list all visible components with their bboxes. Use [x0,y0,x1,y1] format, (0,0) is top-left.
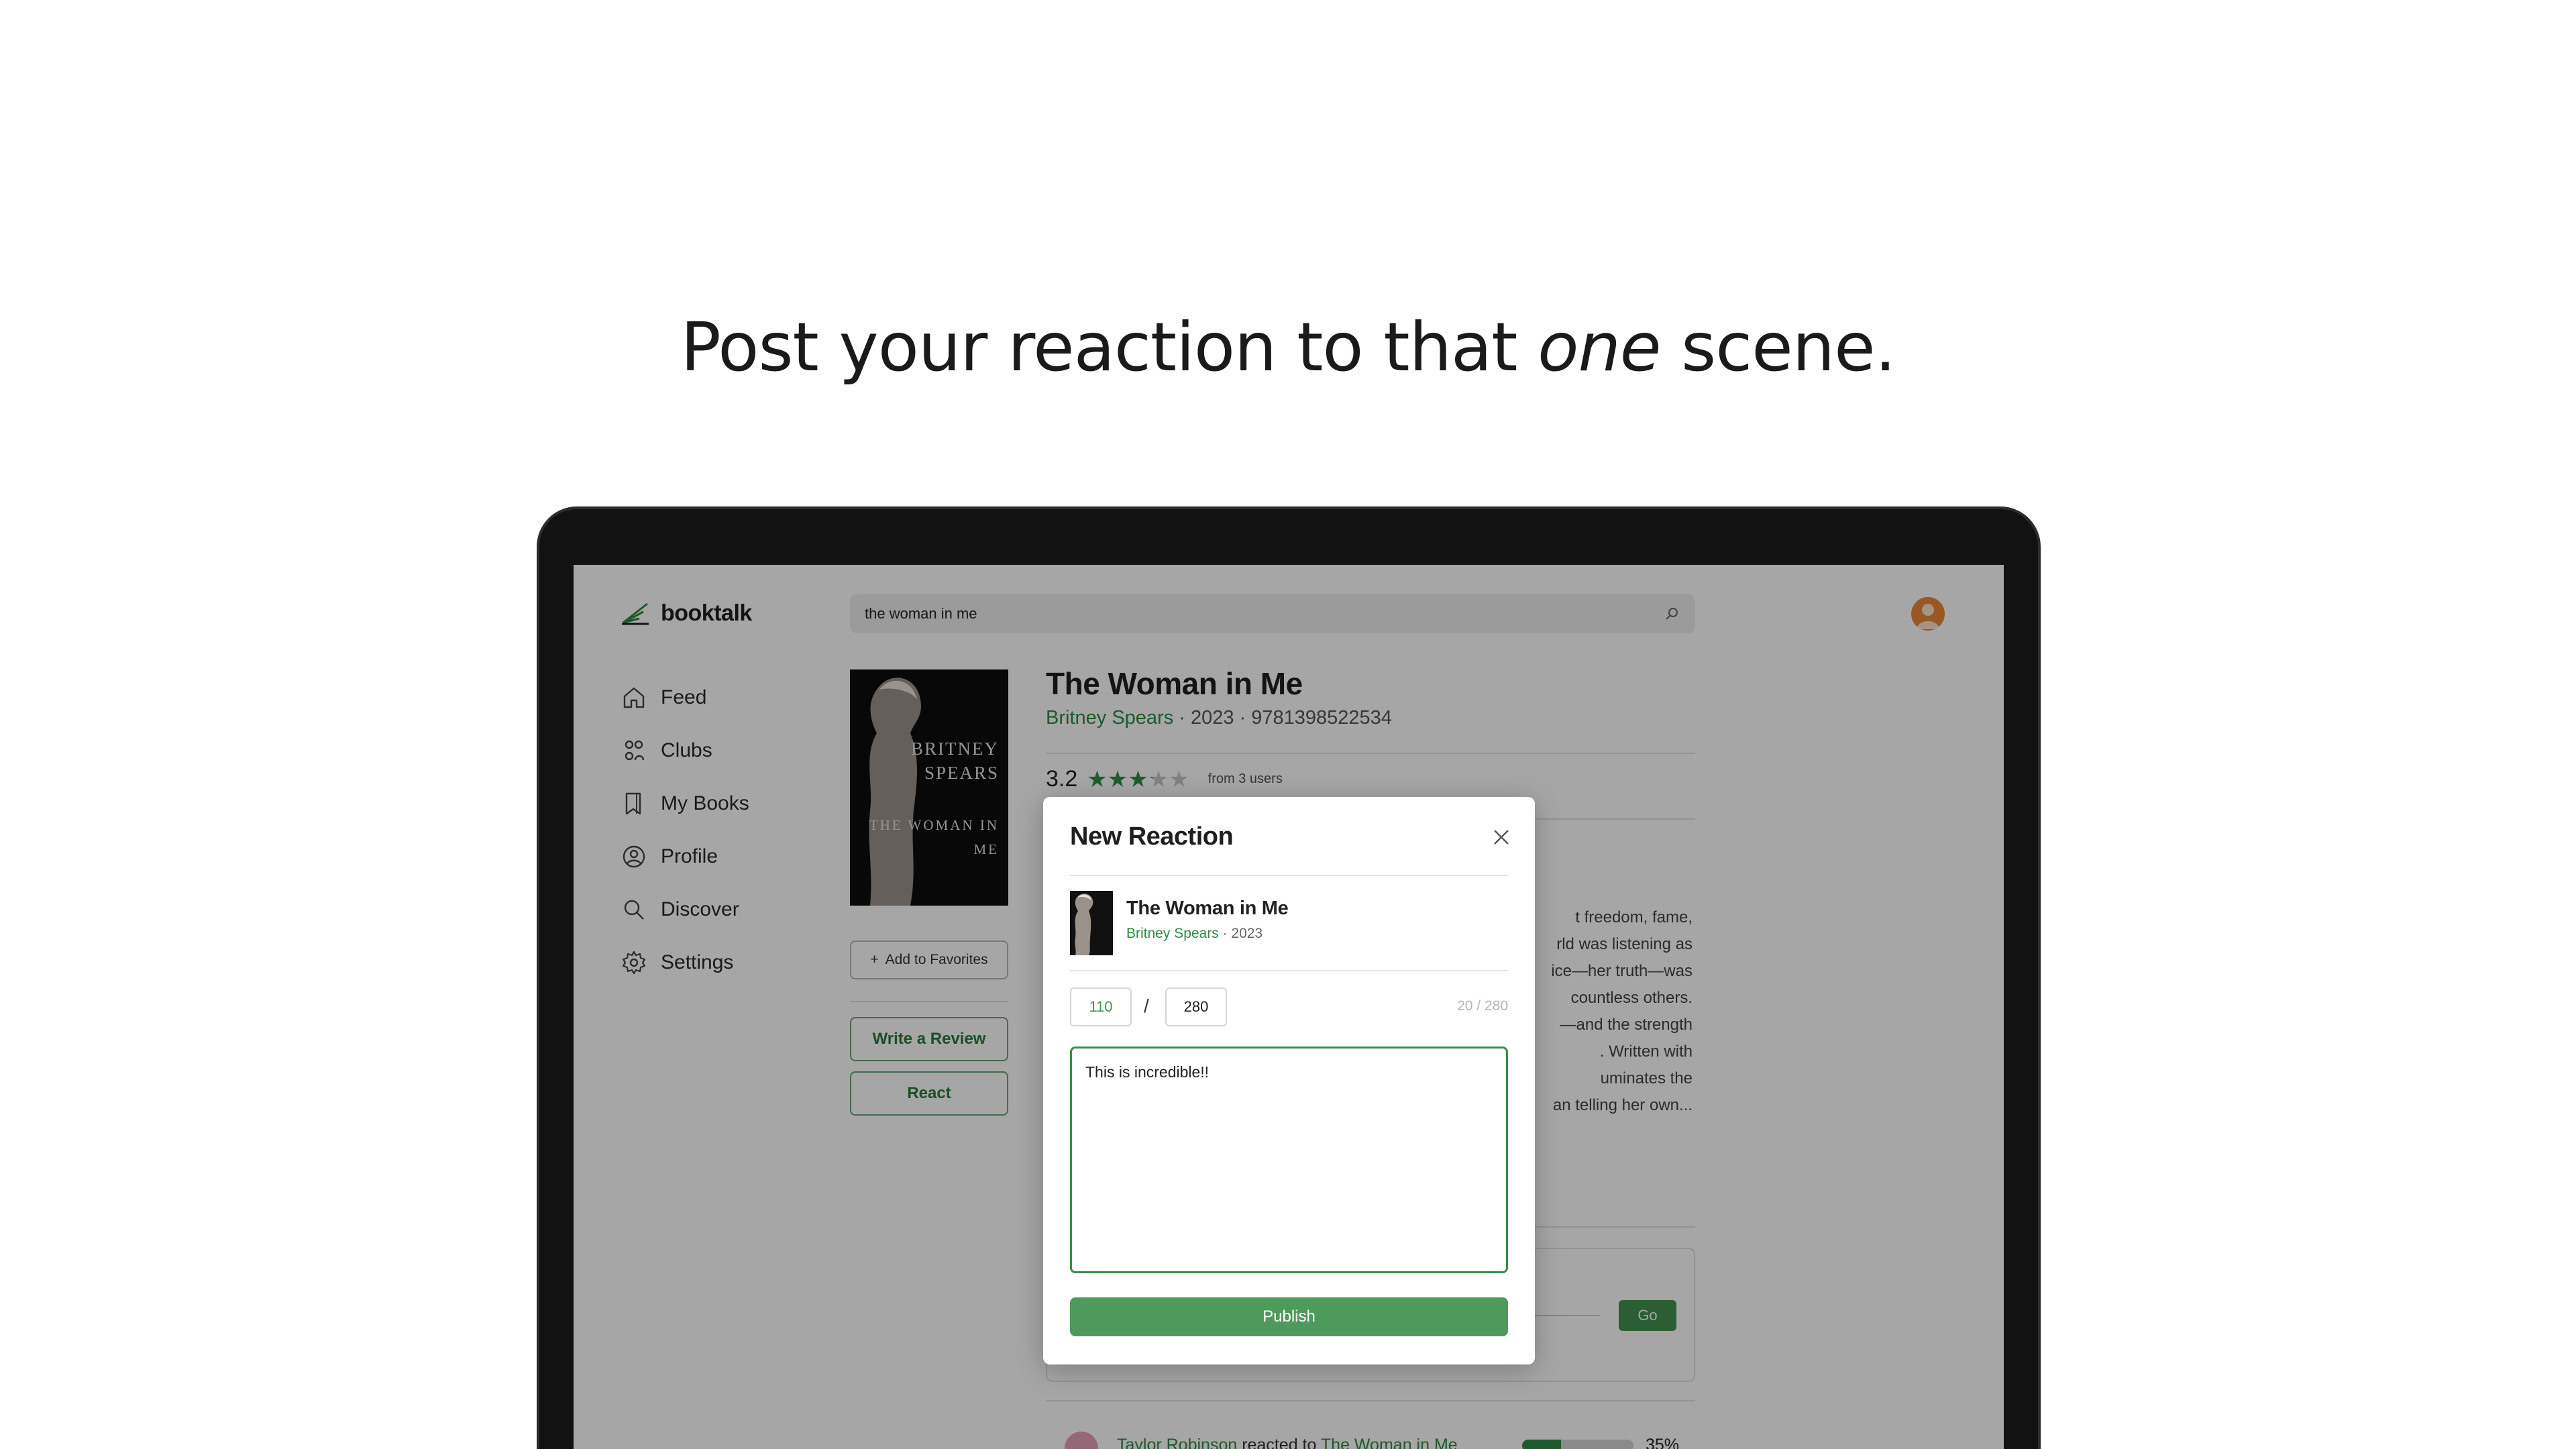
app: booktalk the woman in me Feed Clubs My B… [574,565,2004,1449]
publish-button[interactable]: Publish [1070,1297,1508,1336]
close-icon[interactable] [1492,828,1511,847]
total-pages-input[interactable]: 280 [1165,987,1227,1026]
current-page-input[interactable]: 110 [1070,987,1132,1026]
new-reaction-modal: New Reaction The Woman in Me Britney Spe… [1043,797,1535,1364]
modal-title: New Reaction [1070,822,1234,851]
modal-book-meta: Britney Spears · 2023 [1126,926,1263,941]
page-separator: / [1144,996,1149,1016]
headline-emphasis: one [1538,308,1661,386]
app-screen: booktalk the woman in me Feed Clubs My B… [574,565,2004,1449]
cover-figure-image [1075,894,1093,955]
divider [1070,875,1508,876]
divider [1070,970,1508,971]
modal-book-title: The Woman in Me [1126,898,1289,919]
headline: Post your reaction to that one scene. [680,308,1896,386]
reaction-textarea[interactable]: This is incredible!! [1070,1046,1508,1273]
modal-book-author[interactable]: Britney Spears [1126,926,1219,941]
character-count: 20 / 280 [1457,998,1508,1014]
modal-book-cover [1070,891,1113,955]
